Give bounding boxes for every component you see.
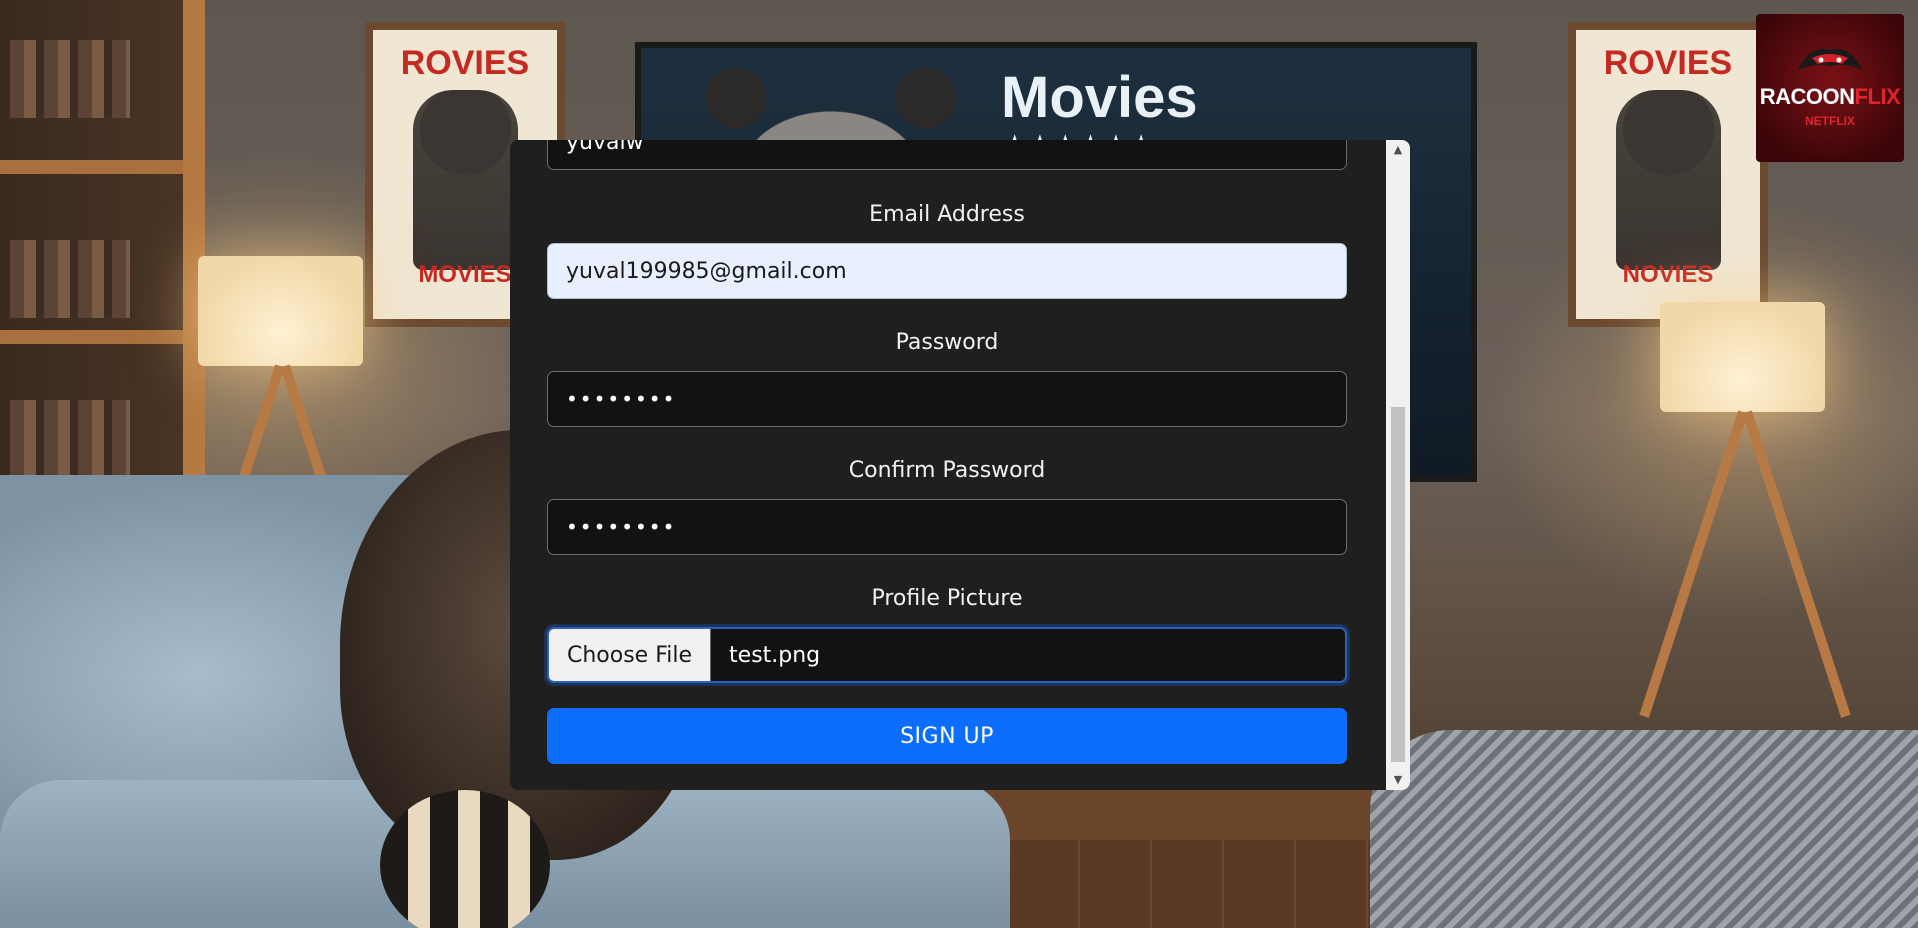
username-field[interactable]: yuvalw <box>547 140 1347 170</box>
raccoon-logo-icon <box>1798 48 1862 70</box>
shelf-board <box>0 160 205 174</box>
lamp-left <box>198 256 363 366</box>
poster-raccoon <box>413 90 518 270</box>
password-label: Password <box>895 330 999 355</box>
poster-left-title: ROVIES <box>400 44 530 82</box>
raccoon-tail <box>380 790 550 928</box>
poster-raccoon <box>1616 90 1721 270</box>
poster-right-subtitle: NOVIES <box>1622 261 1714 288</box>
confirm-password-value: •••••••• <box>566 515 677 539</box>
signup-panel: yuvalw Email Address yuval199985@gmail.c… <box>510 140 1410 790</box>
scroll-up-arrow-icon[interactable]: ▲ <box>1386 140 1410 160</box>
email-field[interactable]: yuval199985@gmail.com <box>547 243 1347 299</box>
email-value: yuval199985@gmail.com <box>566 258 847 284</box>
shelf-board <box>0 330 205 344</box>
sign-up-button[interactable]: SIGN UP <box>547 708 1347 764</box>
bookshelf <box>0 0 205 540</box>
books <box>10 40 130 118</box>
email-label: Email Address <box>869 202 1025 227</box>
password-value: •••••••• <box>566 387 677 411</box>
books <box>10 240 130 318</box>
logo-brand-main: RACOON <box>1759 84 1855 109</box>
confirm-password-label: Confirm Password <box>848 458 1046 483</box>
logo-brand-accent: FLIX <box>1854 84 1901 109</box>
lamp-right <box>1660 302 1825 412</box>
racoonflix-logo[interactable]: RACOONFLIX NETFLIX <box>1756 14 1904 162</box>
lamp-leg <box>1639 410 1748 718</box>
poster-right-title: ROVIES <box>1603 44 1733 82</box>
selected-file-name: test.png <box>729 642 821 668</box>
panel-scrollbar[interactable]: ▲ ▼ <box>1386 140 1410 790</box>
scroll-down-arrow-icon[interactable]: ▼ <box>1386 770 1410 790</box>
username-value: yuvalw <box>566 140 644 155</box>
password-field[interactable]: •••••••• <box>547 371 1347 427</box>
confirm-password-field[interactable]: •••••••• <box>547 499 1347 555</box>
blanket <box>1370 730 1918 928</box>
logo-subtext: NETFLIX <box>1805 114 1855 128</box>
choose-file-button[interactable]: Choose File <box>549 629 712 681</box>
logo-wordmark: RACOONFLIX <box>1756 84 1904 110</box>
poster-right: ROVIES NOVIES <box>1568 22 1768 327</box>
profile-picture-input[interactable]: Choose File test.png <box>547 627 1347 683</box>
lamp-leg <box>1742 410 1851 718</box>
scroll-thumb[interactable] <box>1391 407 1405 762</box>
tv-title: Movies <box>1001 65 1198 130</box>
books <box>10 400 130 478</box>
profile-picture-label: Profile Picture <box>871 586 1023 611</box>
